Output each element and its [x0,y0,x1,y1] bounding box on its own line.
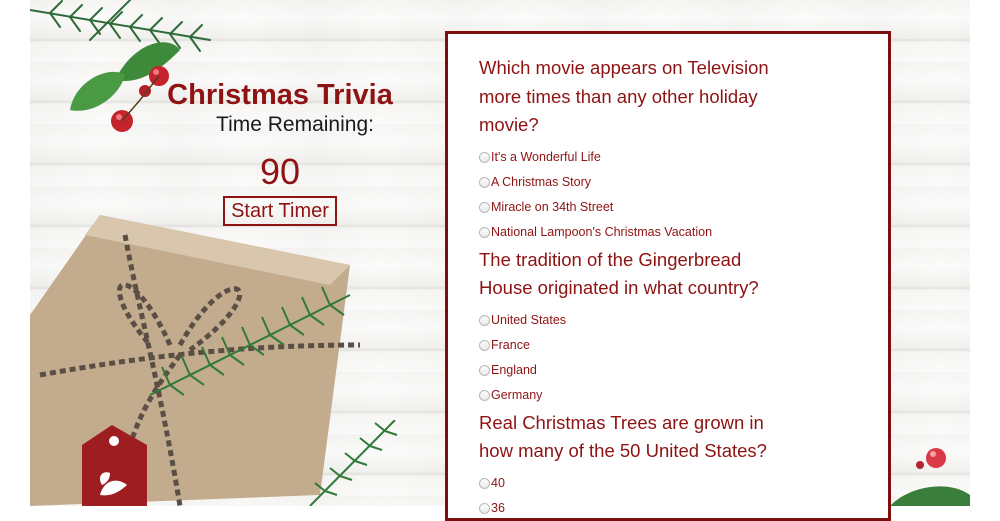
page-title: Christmas Trivia [167,79,393,111]
answer-option[interactable]: England [479,358,888,383]
answer-option[interactable]: It's a Wonderful Life [479,145,888,170]
question-text: Which movie appears on Television more t… [479,57,769,135]
answer-label: A Christmas Story [491,175,592,189]
start-timer-button[interactable]: Start Timer [223,196,337,226]
holly-berries-icon [890,448,970,506]
radio-button[interactable] [479,151,490,163]
radio-button[interactable] [479,201,490,213]
answer-option[interactable]: Germany [479,383,888,408]
answer-option[interactable]: National Lampoon's Christmas Vacation [479,220,888,245]
quiz-panel: Which movie appears on Television more t… [445,31,891,521]
answer-label: 40 [491,476,505,490]
radio-button[interactable] [479,389,490,401]
gift-tag-icon [82,425,147,506]
radio-button[interactable] [479,176,490,188]
timer-value: 90 [259,151,301,192]
answer-label: Germany [491,388,543,402]
answer-label: 36 [491,501,505,515]
gift-box-icon [30,215,361,506]
timer-panel: Christmas Trivia Time Remaining: 90 Star… [165,78,395,226]
answer-option[interactable]: France [479,333,888,358]
answer-label: It's a Wonderful Life [491,150,601,164]
radio-button[interactable] [479,364,490,376]
answer-option[interactable]: Miracle on 34th Street [479,195,888,220]
question-1: Which movie appears on Television more t… [479,54,888,245]
question-text: Real Christmas Trees are grown in how ma… [479,411,767,462]
radio-button[interactable] [479,314,490,326]
answer-option[interactable]: A Christmas Story [479,170,888,195]
question-text: The tradition of the Gingerbread House o… [479,248,759,299]
answer-label: France [491,338,530,352]
answer-option[interactable]: 40 [479,471,888,496]
radio-button[interactable] [479,226,490,238]
radio-button[interactable] [479,339,490,351]
question-2: The tradition of the Gingerbread House o… [479,246,888,408]
answer-label: National Lampoon's Christmas Vacation [491,225,713,239]
question-3: Real Christmas Trees are grown in how ma… [479,409,888,521]
pine-branch-icon [309,420,398,506]
answer-option[interactable]: 36 [479,496,888,521]
answer-label: United States [491,313,567,327]
radio-button[interactable] [479,477,490,489]
answer-label: Miracle on 34th Street [491,200,614,214]
answer-option[interactable]: United States [479,308,888,333]
time-remaining-label: Time Remaining: [216,113,374,136]
answer-label: England [491,363,537,377]
radio-button[interactable] [479,502,490,514]
